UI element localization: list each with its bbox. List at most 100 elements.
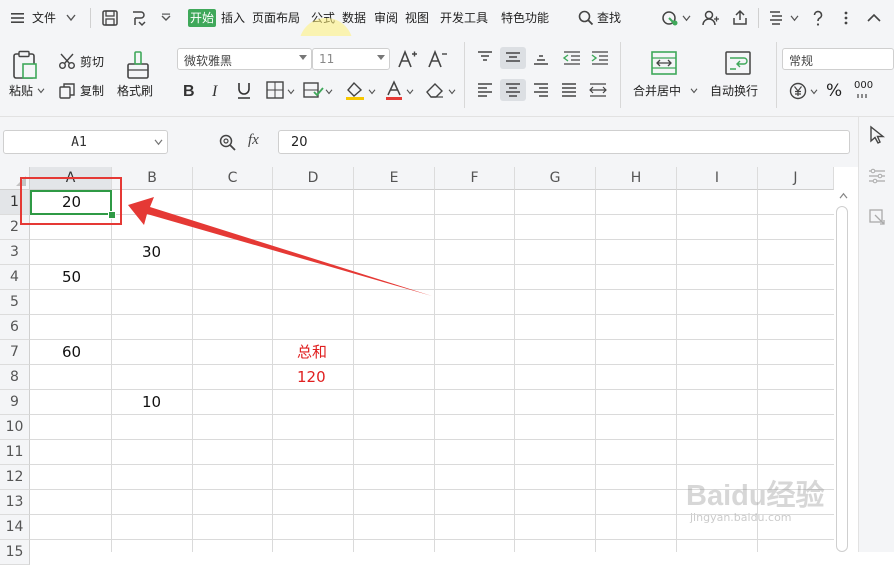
toolbar-settings-icon[interactable] [766, 8, 786, 28]
tab-special-features[interactable]: 特色功能 [501, 9, 549, 27]
print-preview-icon[interactable] [128, 8, 148, 28]
align-bottom-icon[interactable] [532, 50, 550, 66]
chevron-down-icon[interactable] [154, 139, 163, 146]
column-header-d[interactable]: D [273, 167, 354, 190]
chevron-down-icon[interactable] [448, 89, 456, 95]
tab-home[interactable]: 开始 [188, 9, 217, 27]
align-middle-icon[interactable] [504, 50, 522, 66]
font-name-select[interactable]: 微软雅黑 [177, 48, 312, 70]
decrease-indent-icon[interactable] [562, 50, 582, 66]
bold-icon[interactable]: B [180, 80, 198, 100]
scroll-up-icon[interactable] [839, 192, 848, 199]
column-header-e[interactable]: E [354, 167, 435, 190]
row-header-7[interactable]: 7 [0, 340, 30, 365]
row-header-6[interactable]: 6 [0, 315, 30, 340]
eraser-icon[interactable] [424, 80, 446, 100]
help-icon[interactable] [808, 8, 828, 28]
copy-icon[interactable] [58, 82, 76, 100]
fill-pattern-icon[interactable] [302, 80, 324, 100]
select-pointer-icon[interactable] [868, 125, 886, 145]
percent-button[interactable]: % [826, 81, 842, 101]
merge-center-button[interactable]: 合并居中 [633, 84, 681, 98]
chevron-down-icon[interactable] [377, 55, 385, 60]
save-icon[interactable] [100, 8, 120, 28]
chevron-down-icon[interactable] [682, 15, 691, 22]
scrollbar-thumb[interactable] [836, 206, 848, 552]
increase-indent-icon[interactable] [590, 50, 610, 66]
currency-icon[interactable] [788, 81, 808, 101]
italic-icon[interactable]: I [208, 80, 226, 100]
cell-d7[interactable]: 总和 [297, 340, 327, 365]
formula-input[interactable]: 20 [278, 130, 850, 154]
tab-insert[interactable]: 插入 [221, 9, 245, 27]
justify-icon[interactable] [560, 82, 578, 98]
cell-a4[interactable]: 50 [62, 265, 81, 290]
thousands-separator-button[interactable]: 000 [854, 80, 873, 92]
row-header-5[interactable]: 5 [0, 290, 30, 315]
chevron-down-icon[interactable] [66, 14, 76, 22]
align-right-icon[interactable] [532, 82, 550, 98]
align-top-icon[interactable] [476, 50, 494, 66]
row-header-13[interactable]: 13 [0, 490, 30, 515]
properties-icon[interactable] [867, 167, 887, 185]
chevron-down-icon[interactable] [287, 89, 295, 95]
paste-icon[interactable] [10, 50, 38, 80]
chevron-down-icon[interactable] [406, 89, 414, 95]
format-painter-icon[interactable] [124, 50, 152, 80]
underline-icon[interactable] [235, 80, 253, 100]
fill-color-icon[interactable] [344, 80, 366, 100]
chevron-down-icon[interactable] [37, 88, 45, 94]
tab-page-layout[interactable]: 页面布局 [252, 9, 300, 27]
zoom-formula-icon[interactable] [218, 133, 238, 153]
borders-icon[interactable] [265, 80, 285, 100]
font-color-icon[interactable] [384, 80, 404, 100]
chevron-down-icon[interactable] [368, 89, 376, 95]
column-header-b[interactable]: B [112, 167, 193, 190]
row-header-9[interactable]: 9 [0, 390, 30, 415]
row-header-14[interactable]: 14 [0, 515, 30, 540]
collapse-ribbon-icon[interactable] [864, 8, 884, 28]
tab-view[interactable]: 视图 [405, 9, 429, 27]
chevron-down-icon[interactable] [325, 89, 333, 95]
row-header-11[interactable]: 11 [0, 440, 30, 465]
merge-center-icon[interactable] [650, 50, 678, 76]
more-options-icon[interactable] [836, 8, 856, 28]
share-icon[interactable] [730, 8, 750, 28]
cell-b9[interactable]: 10 [142, 390, 161, 415]
number-format-select[interactable]: 常规 [782, 48, 894, 70]
font-size-select[interactable]: 11 [312, 48, 390, 70]
wrap-text-icon[interactable] [724, 50, 752, 76]
user-add-icon[interactable] [700, 8, 720, 28]
chevron-down-icon[interactable] [299, 55, 307, 60]
cut-button[interactable]: 剪切 [80, 55, 104, 69]
copy-button[interactable]: 复制 [80, 84, 104, 98]
name-box[interactable]: A1 [3, 130, 168, 154]
search-label[interactable]: 查找 [597, 9, 621, 27]
scissors-icon[interactable] [58, 52, 76, 70]
row-header-4[interactable]: 4 [0, 265, 30, 290]
column-header-i[interactable]: I [677, 167, 758, 190]
distributed-align-icon[interactable] [588, 82, 608, 98]
decrease-font-size-icon[interactable] [426, 48, 448, 70]
chevron-down-icon[interactable] [810, 89, 818, 95]
paste-button[interactable]: 粘贴 [9, 84, 33, 98]
vertical-scrollbar[interactable] [834, 190, 852, 552]
row-header-8[interactable]: 8 [0, 365, 30, 390]
chevron-down-icon[interactable] [690, 88, 698, 94]
cell-a7[interactable]: 60 [62, 340, 81, 365]
hamburger-icon[interactable] [8, 8, 28, 28]
cell-d8[interactable]: 120 [297, 365, 326, 390]
row-header-10[interactable]: 10 [0, 415, 30, 440]
search-icon[interactable] [576, 8, 596, 28]
align-left-icon[interactable] [476, 82, 494, 98]
cloud-sync-icon[interactable] [660, 8, 680, 28]
column-header-h[interactable]: H [596, 167, 677, 190]
wrap-text-button[interactable]: 自动换行 [710, 84, 758, 98]
chevron-down-icon[interactable] [790, 15, 799, 22]
tab-data[interactable]: 数据 [342, 9, 366, 27]
column-header-j[interactable]: J [758, 167, 834, 190]
column-header-g[interactable]: G [515, 167, 596, 190]
file-menu[interactable]: 文件 [32, 9, 56, 27]
align-center-icon[interactable] [504, 82, 522, 98]
row-header-12[interactable]: 12 [0, 465, 30, 490]
